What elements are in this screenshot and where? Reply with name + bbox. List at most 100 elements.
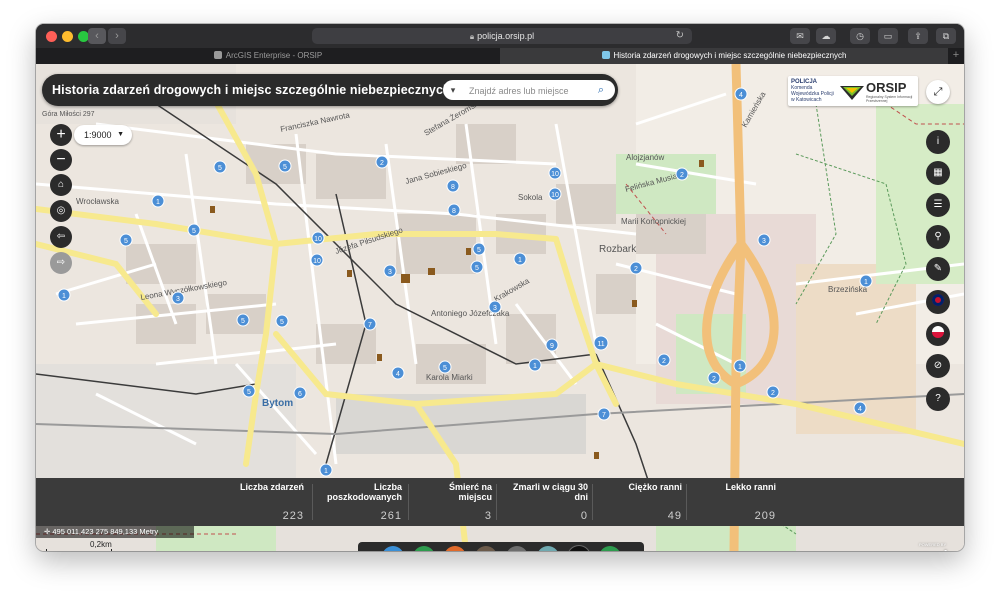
svg-text:8: 8: [452, 208, 456, 215]
svg-text:2: 2: [680, 172, 684, 179]
back-arrow-icon[interactable]: ⇦: [50, 226, 72, 248]
svg-text:2: 2: [634, 266, 638, 273]
svg-text:Alojzjanów: Alojzjanów: [626, 153, 664, 162]
svg-text:Sokola: Sokola: [518, 193, 543, 202]
search-input[interactable]: [467, 82, 591, 100]
svg-text:10: 10: [314, 236, 322, 243]
statistics-bar: Liczba zdarzeń 223 Liczba poszkodowanych 2…: [36, 478, 964, 526]
svg-text:5: 5: [247, 389, 251, 396]
address-bar[interactable]: 🔒︎ policja.orsip.pl ↻: [312, 28, 692, 44]
svg-text:1: 1: [738, 364, 742, 371]
toolbar-next-icon[interactable]: ›: [628, 549, 640, 551]
tab-label: Historia zdarzeń drogowych i miejsc szcz…: [613, 51, 847, 60]
svg-text:5: 5: [241, 318, 245, 325]
share-icon[interactable]: ⇪: [908, 28, 928, 44]
stat-lightly-injured: Lekko ranni 209: [725, 482, 776, 522]
svg-text:Marii Konopnickiej: Marii Konopnickiej: [621, 217, 686, 226]
reload-icon[interactable]: ↻: [676, 28, 684, 44]
flag-uk-icon[interactable]: [926, 290, 950, 314]
esri-logo: POWERED BYesri: [919, 542, 948, 551]
help-icon[interactable]: ?: [926, 387, 950, 411]
cloud-icon[interactable]: ☁: [816, 28, 836, 44]
svg-text:5: 5: [124, 238, 128, 245]
svg-text:4: 4: [396, 371, 400, 378]
svg-text:5: 5: [218, 165, 222, 172]
search-icon[interactable]: ⌕: [591, 82, 611, 98]
coordinates-text: 495 011,423 275 849,133 Metry: [52, 527, 159, 536]
print-icon[interactable]: ▣: [506, 546, 528, 551]
svg-text:3: 3: [388, 269, 392, 276]
widget-toolbar: ‹ ◈ ☷ ⏷ ⊞ ▣ △ ◉ ⌕ ›: [358, 542, 644, 551]
svg-text:2: 2: [771, 390, 775, 397]
policja-logo: POLICJA Komenda Wojewódzka Policji w Kato…: [791, 79, 834, 103]
stat-deaths-30days: Zmarli w ciągu 30 dni 0: [512, 482, 588, 522]
svg-text:1: 1: [62, 293, 66, 300]
compass-icon[interactable]: ⊘: [926, 354, 950, 378]
tab-historia[interactable]: Historia zdarzeń drogowych i miejsc szcz…: [500, 48, 948, 64]
stat-deaths-onsite: Śmierć na miejscu 3: [448, 482, 492, 522]
legend-icon[interactable]: ☷: [413, 546, 435, 551]
history-icon[interactable]: ◷: [850, 28, 870, 44]
scale-value: 1:9000: [84, 130, 112, 140]
browser-window: ‹ › 🔒︎ policja.orsip.pl ↻ ✉ ☁ ◷ ▭ ⇪ ⧉ Arc…: [36, 24, 964, 551]
new-tab-button[interactable]: +: [948, 48, 964, 64]
svg-text:1: 1: [533, 363, 537, 370]
svg-text:9: 9: [550, 343, 554, 350]
stat-events: Liczba zdarzeń 223: [239, 482, 304, 522]
home-icon[interactable]: ⌂: [50, 174, 72, 196]
info-icon[interactable]: i: [926, 130, 950, 154]
minimize-window-button[interactable]: [62, 31, 73, 42]
svg-text:2: 2: [380, 160, 384, 167]
app-header: Historia zdarzeń drogowych i miejsc szcz…: [42, 74, 618, 106]
orsip-emblem-icon: [840, 86, 864, 100]
widgets-icon[interactable]: ⊞: [475, 546, 497, 551]
svg-text:1: 1: [864, 279, 868, 286]
zoom-in-button[interactable]: +: [50, 124, 72, 146]
flag-pl-icon[interactable]: [926, 322, 950, 346]
svg-text:Góra Miłości 297: Góra Miłości 297: [42, 111, 95, 118]
table-icon[interactable]: ☰: [926, 193, 950, 217]
back-button[interactable]: ‹: [88, 28, 106, 44]
search-icon[interactable]: ⌕: [599, 546, 621, 551]
scale-bar: 0,2km: [46, 540, 112, 551]
close-window-button[interactable]: [46, 31, 57, 42]
svg-text:10: 10: [551, 192, 559, 199]
forward-button[interactable]: ›: [108, 28, 126, 44]
message-icon[interactable]: ✎: [926, 257, 950, 281]
coordinates-readout: ✛ 495 011,423 275 849,133 Metry: [36, 526, 194, 538]
chevron-down-icon: ▼: [117, 131, 124, 138]
zoom-out-button[interactable]: −: [50, 149, 72, 171]
stat-seriously-injured: Ciężko ranni 49: [628, 482, 682, 522]
mail-icon[interactable]: ✉: [790, 28, 810, 44]
scale-select[interactable]: 1:9000 ▼: [74, 125, 132, 145]
measure-icon[interactable]: △: [537, 546, 559, 551]
svg-text:3: 3: [493, 305, 497, 312]
svg-text:Rozbark: Rozbark: [599, 244, 637, 255]
tab-arcgis[interactable]: ArcGIS Enterprise - ORSIP: [36, 48, 500, 64]
grid-icon[interactable]: ▦: [926, 161, 950, 185]
fullscreen-icon[interactable]: ⤢: [926, 80, 950, 104]
svg-text:10: 10: [551, 171, 559, 178]
forward-arrow-icon[interactable]: ⇨: [50, 252, 72, 274]
sidebar-icon[interactable]: ▭: [878, 28, 898, 44]
search-source-dropdown-icon[interactable]: ▾: [445, 82, 461, 98]
svg-text:7: 7: [368, 322, 372, 329]
tab-label: ArcGIS Enterprise - ORSIP: [225, 51, 323, 60]
orsip-logo: ORSIP Regionalny System Informacji Przes…: [840, 79, 916, 103]
search-box: ▾ ⌕: [443, 80, 615, 100]
svg-text:5: 5: [477, 247, 481, 254]
toolbar-prev-icon[interactable]: ‹: [360, 549, 372, 551]
filter-icon[interactable]: ⏷: [444, 546, 466, 551]
svg-text:1: 1: [156, 199, 160, 206]
svg-text:3: 3: [176, 296, 180, 303]
svg-text:Brzezińska: Brzezińska: [828, 285, 868, 294]
svg-text:1: 1: [518, 257, 522, 264]
locate-icon[interactable]: ◎: [50, 200, 72, 222]
layers-icon[interactable]: ◈: [382, 546, 404, 551]
tabs-overview-icon[interactable]: ⧉: [936, 28, 956, 44]
svg-text:10: 10: [313, 258, 321, 265]
logos-panel: POLICJA Komenda Wojewódzka Policji w Kato…: [788, 76, 918, 106]
eye-icon[interactable]: ◉: [568, 546, 590, 551]
chart-icon[interactable]: ⚲: [926, 225, 950, 249]
map-view[interactable]: Wrocławska Józefa Piłsudskiego Karola Mi…: [36, 64, 964, 551]
